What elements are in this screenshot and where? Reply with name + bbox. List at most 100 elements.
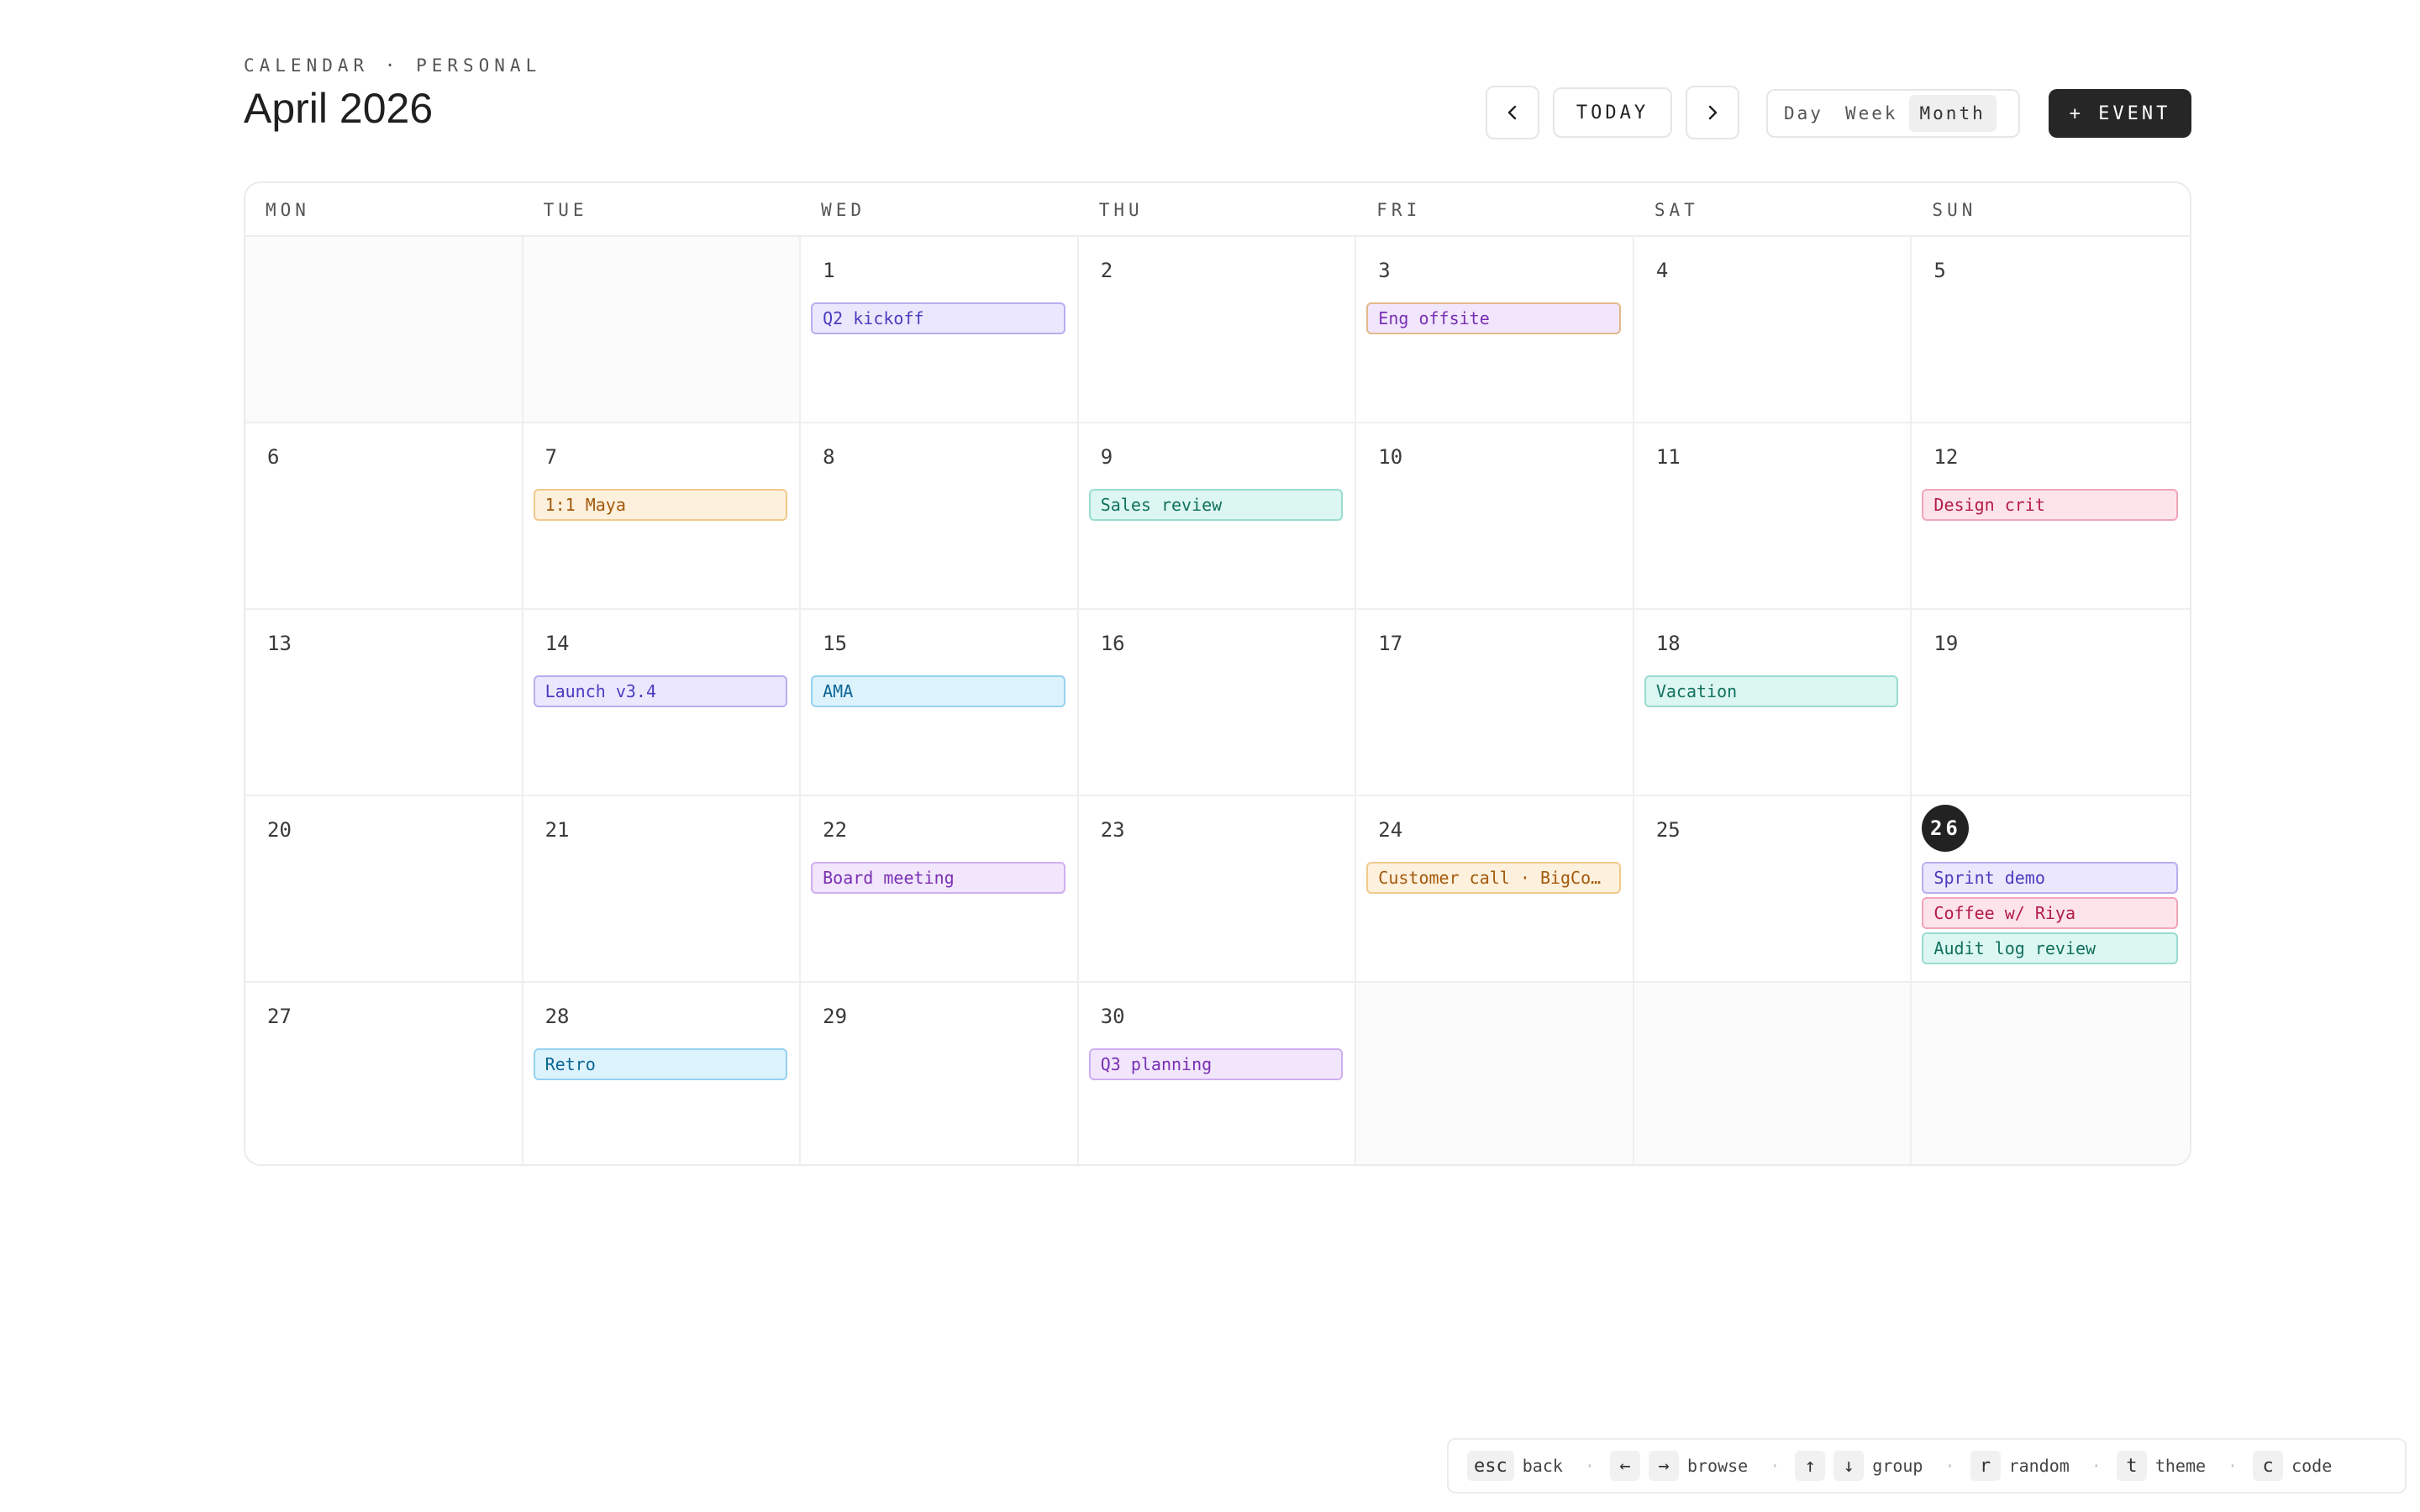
- chevron-left-icon: [1507, 105, 1517, 120]
- event-title: Q3 planning: [1100, 1054, 1213, 1074]
- view-month[interactable]: Month: [1908, 95, 1996, 132]
- day-number: 7: [544, 445, 558, 469]
- day-cell-19[interactable]: 19: [1912, 610, 2190, 796]
- event-chip[interactable]: Vacation: [1644, 675, 1899, 707]
- event-title: Sprint demo: [1933, 868, 2045, 888]
- day-number: 3: [1378, 259, 1391, 282]
- event-chip[interactable]: Design crit: [1922, 489, 2178, 521]
- day-number: 17: [1378, 632, 1403, 655]
- day-cell-22[interactable]: 22 Board meeting: [801, 796, 1079, 983]
- event-chip[interactable]: Q2 kickoff: [811, 302, 1065, 334]
- day-cell-2[interactable]: 2: [1078, 237, 1357, 423]
- next-month-button[interactable]: [1686, 86, 1739, 139]
- day-cell-empty: [1634, 983, 1912, 1164]
- event-chip[interactable]: Coffee w/ Riya: [1922, 897, 2178, 929]
- day-cell-18[interactable]: 18 Vacation: [1634, 610, 1912, 796]
- day-number: 10: [1378, 445, 1403, 469]
- day-cell-3[interactable]: 3 Eng offsite: [1356, 237, 1634, 423]
- add-event-button[interactable]: + EVENT: [2049, 89, 2191, 138]
- hint-label-browse: browse: [1686, 1456, 1749, 1476]
- day-cell-12[interactable]: 12 Design crit: [1912, 423, 2190, 610]
- today-date-badge: 26: [1922, 805, 1970, 852]
- day-cell-empty: [523, 237, 802, 423]
- event-title: Vacation: [1655, 681, 1738, 701]
- weekday-mon: MON: [266, 200, 310, 220]
- view-switcher: Day Week Month: [1766, 89, 2020, 138]
- hint-separator: ·: [2091, 1456, 2102, 1476]
- weekday-tue: TUE: [543, 200, 588, 220]
- day-cell-23[interactable]: 23: [1078, 796, 1357, 983]
- event-chip[interactable]: Sales review: [1088, 489, 1344, 521]
- event-chip[interactable]: 1:1 Maya: [533, 489, 788, 521]
- day-number: 11: [1655, 445, 1681, 469]
- day-number: 9: [1100, 445, 1113, 469]
- event-chip[interactable]: AMA: [811, 675, 1065, 707]
- hint-label-group: group: [1872, 1456, 1923, 1476]
- day-cell-28[interactable]: 28 Retro: [523, 983, 802, 1164]
- day-cell-29[interactable]: 29: [801, 983, 1079, 1164]
- month-grid: MON TUE WED THU FRI SAT SUN 1 Q2 kickoff 2 3 Eng o…: [244, 181, 2191, 1166]
- day-cell-4[interactable]: 4: [1634, 237, 1912, 423]
- key-code-0: c: [2253, 1451, 2284, 1481]
- day-cell-15[interactable]: 15 AMA: [801, 610, 1079, 796]
- day-number: 27: [267, 1005, 292, 1028]
- event-chip[interactable]: Q3 planning: [1088, 1048, 1344, 1080]
- day-cell-empty: [1912, 983, 2190, 1164]
- day-cell-17[interactable]: 17: [1356, 610, 1634, 796]
- hint-separator: ·: [1770, 1456, 1781, 1476]
- event-chip[interactable]: Customer call · BigCo…: [1366, 862, 1621, 894]
- event-chip[interactable]: Board meeting: [811, 862, 1065, 894]
- day-cell-30[interactable]: 30 Q3 planning: [1079, 983, 1357, 1164]
- day-number: 2: [1100, 259, 1113, 282]
- hint-label-code: code: [2291, 1456, 2333, 1476]
- day-cell-24[interactable]: 24 Customer call · BigCo…: [1356, 796, 1634, 983]
- today-button[interactable]: TODAY: [1553, 87, 1672, 138]
- day-cell-10[interactable]: 10: [1356, 423, 1634, 610]
- prev-month-button[interactable]: [1486, 86, 1539, 139]
- key-browse-0: ←: [1609, 1451, 1640, 1481]
- day-number: 24: [1378, 818, 1403, 842]
- day-cell-14[interactable]: 14 Launch v3.4: [523, 610, 802, 796]
- key-random-0: r: [1970, 1451, 2001, 1481]
- day-cell-13[interactable]: 13: [245, 610, 523, 796]
- weekday-sat: SAT: [1654, 200, 1699, 220]
- day-cell-11[interactable]: 11: [1634, 423, 1912, 610]
- event-chip[interactable]: Sprint demo: [1922, 862, 2178, 894]
- weekday-fri: FRI: [1376, 200, 1422, 220]
- event-chip[interactable]: Retro: [533, 1048, 788, 1080]
- event-chip[interactable]: Audit log review: [1922, 932, 2178, 964]
- day-cell-5[interactable]: 5: [1912, 237, 2190, 423]
- day-cell-27[interactable]: 27: [245, 983, 523, 1164]
- day-number: 22: [823, 818, 848, 842]
- event-title: Q2 kickoff: [823, 308, 924, 328]
- hint-label-random: random: [2008, 1456, 2070, 1476]
- day-number: 23: [1100, 818, 1125, 842]
- weekday-sun: SUN: [1932, 200, 1977, 220]
- event-title: Audit log review: [1933, 938, 2096, 958]
- view-week[interactable]: Week: [1834, 95, 1909, 132]
- day-cell-6[interactable]: 6: [245, 423, 523, 610]
- hint-separator: ·: [1944, 1456, 1955, 1476]
- day-cell-25[interactable]: 25: [1634, 796, 1912, 983]
- event-title: Eng offsite: [1378, 308, 1490, 328]
- day-cell-9[interactable]: 9 Sales review: [1078, 423, 1357, 610]
- day-cell-7[interactable]: 7 1:1 Maya: [523, 423, 802, 610]
- weekday-wed: WED: [821, 200, 866, 220]
- key-group-0: ↑: [1795, 1451, 1826, 1481]
- day-cell-20[interactable]: 20: [245, 796, 523, 983]
- day-cell-16[interactable]: 16: [1078, 610, 1357, 796]
- hint-label-back: back: [1522, 1456, 1563, 1476]
- event-chip[interactable]: Launch v3.4: [533, 675, 788, 707]
- day-number: 20: [267, 818, 292, 842]
- day-number: 25: [1655, 818, 1681, 842]
- day-cell-26[interactable]: 26 Sprint demo Coffee w/ Riya Audit log rev…: [1912, 796, 2190, 983]
- day-cell-8[interactable]: 8: [801, 423, 1079, 610]
- day-cell-21[interactable]: 21: [523, 796, 802, 983]
- view-day[interactable]: Day: [1773, 95, 1834, 132]
- day-cell-1[interactable]: 1 Q2 kickoff: [801, 237, 1079, 423]
- event-chip[interactable]: Eng offsite: [1366, 302, 1621, 334]
- event-title: Sales review: [1100, 495, 1223, 515]
- day-number: 4: [1655, 259, 1669, 282]
- day-number: 21: [544, 818, 570, 842]
- day-number: 12: [1933, 445, 1959, 469]
